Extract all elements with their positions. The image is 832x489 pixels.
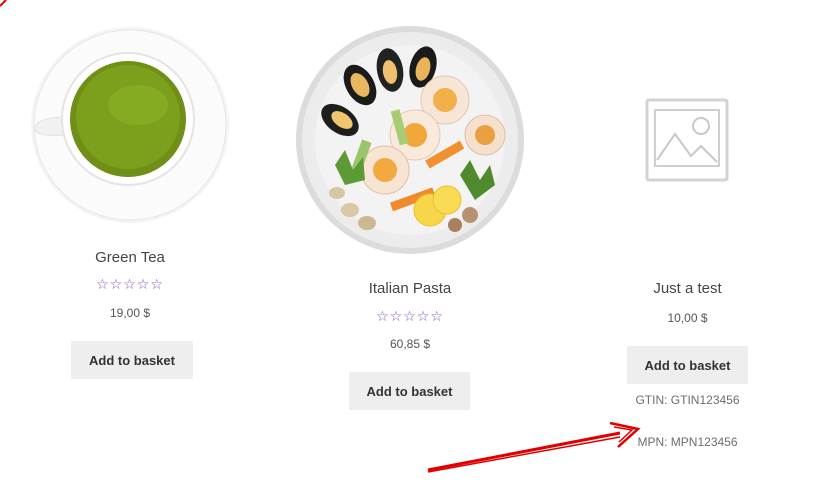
product-price: 19,00 $	[109, 306, 151, 320]
green-tea-image[interactable]	[30, 25, 230, 225]
image-placeholder-icon[interactable]	[645, 98, 731, 184]
product-card-just-a-test: Just a test 10,00 $ Add to basket GTIN: …	[590, 20, 785, 460]
red-arrow-annotation	[427, 421, 641, 473]
italian-pasta-image[interactable]	[295, 25, 525, 255]
star-rating: ☆☆☆☆☆	[96, 276, 164, 292]
add-to-basket-button[interactable]: Add to basket	[71, 341, 193, 379]
corner-mark	[0, 0, 7, 7]
gtin-value: GTIN: GTIN123456	[635, 393, 740, 407]
product-title[interactable]: Just a test	[590, 280, 785, 297]
product-price: 60,85 $	[389, 337, 431, 351]
product-card-green-tea: Green Tea ☆☆☆☆☆ 19,00 $ Add to basket	[30, 20, 230, 390]
product-title[interactable]: Green Tea	[30, 249, 230, 266]
product-title[interactable]: Italian Pasta	[290, 280, 530, 297]
product-price: 10,00 $	[667, 311, 708, 325]
add-to-basket-button[interactable]: Add to basket	[349, 372, 470, 410]
add-to-basket-button[interactable]: Add to basket	[627, 346, 748, 384]
product-card-italian-pasta: Italian Pasta ☆☆☆☆☆ 60,85 $ Add to baske…	[290, 20, 530, 420]
star-rating: ☆☆☆☆☆	[376, 308, 444, 324]
